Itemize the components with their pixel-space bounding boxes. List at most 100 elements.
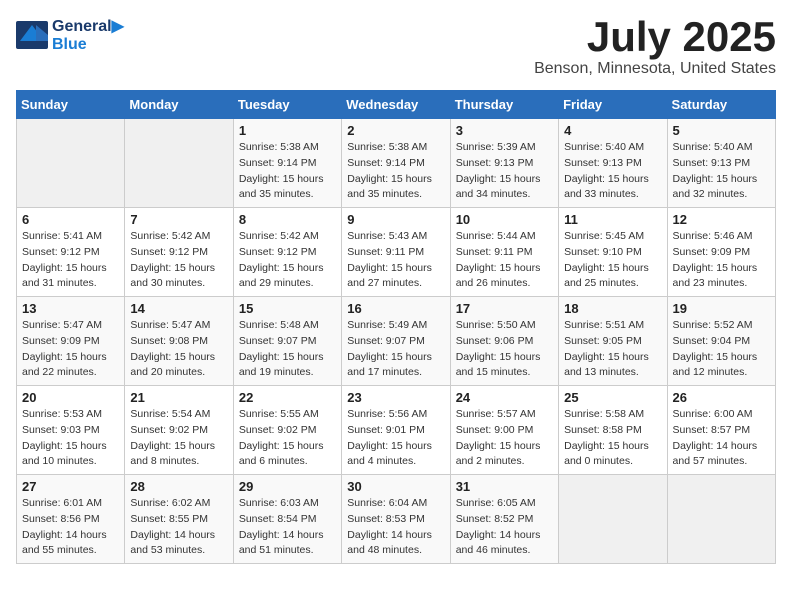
day-number: 10 [456, 212, 553, 227]
header-thursday: Thursday [450, 91, 558, 119]
day-number: 21 [130, 390, 227, 405]
calendar-cell: 12 Sunrise: 5:46 AM Sunset: 9:09 PM Dayli… [667, 208, 775, 297]
logo-text: General▶ Blue [52, 16, 124, 54]
day-detail: Sunrise: 5:55 AM Sunset: 9:02 PM Dayligh… [239, 407, 336, 470]
calendar-cell: 14 Sunrise: 5:47 AM Sunset: 9:08 PM Dayli… [125, 297, 233, 386]
day-detail: Sunrise: 5:47 AM Sunset: 9:08 PM Dayligh… [130, 318, 227, 381]
week-row-4: 20Sunrise: 5:53 AM Sunset: 9:03 PM Dayli… [17, 386, 776, 475]
day-detail: Sunrise: 5:57 AM Sunset: 9:00 PM Dayligh… [456, 407, 553, 470]
day-number: 23 [347, 390, 444, 405]
day-detail: Sunrise: 6:02 AM Sunset: 8:55 PM Dayligh… [130, 496, 227, 559]
day-number: 18 [564, 301, 661, 316]
calendar-cell: 31 Sunrise: 6:05 AM Sunset: 8:52 PM Dayli… [450, 475, 558, 564]
day-number: 1 [239, 123, 336, 138]
day-number: 13 [22, 301, 119, 316]
calendar-cell: 23Sunrise: 5:56 AM Sunset: 9:01 PM Dayli… [342, 386, 450, 475]
calendar-cell [17, 119, 125, 208]
day-number: 7 [130, 212, 227, 227]
header-sunday: Sunday [17, 91, 125, 119]
day-number: 5 [673, 123, 770, 138]
day-number: 11 [564, 212, 661, 227]
calendar-cell: 19 Sunrise: 5:52 AM Sunset: 9:04 PM Dayli… [667, 297, 775, 386]
calendar-cell: 20Sunrise: 5:53 AM Sunset: 9:03 PM Dayli… [17, 386, 125, 475]
day-number: 14 [130, 301, 227, 316]
day-detail: Sunrise: 5:45 AM Sunset: 9:10 PM Dayligh… [564, 229, 661, 292]
week-row-2: 6Sunrise: 5:41 AM Sunset: 9:12 PM Daylig… [17, 208, 776, 297]
day-number: 9 [347, 212, 444, 227]
page-header: General▶ Blue July 2025 Benson, Minnesot… [16, 16, 776, 78]
day-detail: Sunrise: 6:05 AM Sunset: 8:52 PM Dayligh… [456, 496, 553, 559]
calendar-cell: 28 Sunrise: 6:02 AM Sunset: 8:55 PM Dayli… [125, 475, 233, 564]
day-number: 22 [239, 390, 336, 405]
calendar-cell: 7 Sunrise: 5:42 AM Sunset: 9:12 PM Daylig… [125, 208, 233, 297]
week-row-3: 13 Sunrise: 5:47 AM Sunset: 9:09 PM Dayli… [17, 297, 776, 386]
calendar-cell: 15 Sunrise: 5:48 AM Sunset: 9:07 PM Dayli… [233, 297, 341, 386]
calendar-cell: 17 Sunrise: 5:50 AM Sunset: 9:06 PM Dayli… [450, 297, 558, 386]
day-detail: Sunrise: 5:49 AM Sunset: 9:07 PM Dayligh… [347, 318, 444, 381]
day-number: 20 [22, 390, 119, 405]
calendar-cell: 18 Sunrise: 5:51 AM Sunset: 9:05 PM Dayli… [559, 297, 667, 386]
calendar-cell: 21Sunrise: 5:54 AM Sunset: 9:02 PM Dayli… [125, 386, 233, 475]
calendar-cell: 5 Sunrise: 5:40 AM Sunset: 9:13 PM Daylig… [667, 119, 775, 208]
logo: General▶ Blue [16, 16, 124, 54]
calendar-cell: 1 Sunrise: 5:38 AM Sunset: 9:14 PM Daylig… [233, 119, 341, 208]
day-detail: Sunrise: 5:40 AM Sunset: 9:13 PM Dayligh… [564, 140, 661, 203]
day-number: 30 [347, 479, 444, 494]
calendar-cell: 29 Sunrise: 6:03 AM Sunset: 8:54 PM Dayli… [233, 475, 341, 564]
day-number: 4 [564, 123, 661, 138]
day-number: 28 [130, 479, 227, 494]
day-number: 8 [239, 212, 336, 227]
day-detail: Sunrise: 5:58 AM Sunset: 8:58 PM Dayligh… [564, 407, 661, 470]
day-detail: Sunrise: 5:44 AM Sunset: 9:11 PM Dayligh… [456, 229, 553, 292]
calendar-cell: 9 Sunrise: 5:43 AM Sunset: 9:11 PM Daylig… [342, 208, 450, 297]
day-detail: Sunrise: 5:46 AM Sunset: 9:09 PM Dayligh… [673, 229, 770, 292]
header-wednesday: Wednesday [342, 91, 450, 119]
day-detail: Sunrise: 5:50 AM Sunset: 9:06 PM Dayligh… [456, 318, 553, 381]
day-detail: Sunrise: 5:47 AM Sunset: 9:09 PM Dayligh… [22, 318, 119, 381]
day-detail: Sunrise: 6:03 AM Sunset: 8:54 PM Dayligh… [239, 496, 336, 559]
day-detail: Sunrise: 5:42 AM Sunset: 9:12 PM Dayligh… [239, 229, 336, 292]
day-detail: Sunrise: 5:48 AM Sunset: 9:07 PM Dayligh… [239, 318, 336, 381]
day-number: 2 [347, 123, 444, 138]
day-detail: Sunrise: 6:04 AM Sunset: 8:53 PM Dayligh… [347, 496, 444, 559]
day-number: 24 [456, 390, 553, 405]
title-block: July 2025 Benson, Minnesota, United Stat… [534, 16, 776, 78]
day-number: 27 [22, 479, 119, 494]
day-number: 15 [239, 301, 336, 316]
calendar-cell: 30 Sunrise: 6:04 AM Sunset: 8:53 PM Dayli… [342, 475, 450, 564]
day-number: 19 [673, 301, 770, 316]
calendar-header-row: SundayMondayTuesdayWednesdayThursdayFrid… [17, 91, 776, 119]
day-detail: Sunrise: 5:41 AM Sunset: 9:12 PM Dayligh… [22, 229, 119, 292]
week-row-1: 1 Sunrise: 5:38 AM Sunset: 9:14 PM Daylig… [17, 119, 776, 208]
calendar-cell: 10 Sunrise: 5:44 AM Sunset: 9:11 PM Dayli… [450, 208, 558, 297]
day-detail: Sunrise: 5:39 AM Sunset: 9:13 PM Dayligh… [456, 140, 553, 203]
calendar-cell: 26Sunrise: 6:00 AM Sunset: 8:57 PM Dayli… [667, 386, 775, 475]
calendar-cell: 11 Sunrise: 5:45 AM Sunset: 9:10 PM Dayli… [559, 208, 667, 297]
calendar-cell: 27 Sunrise: 6:01 AM Sunset: 8:56 PM Dayli… [17, 475, 125, 564]
header-monday: Monday [125, 91, 233, 119]
header-friday: Friday [559, 91, 667, 119]
calendar-cell: 22 Sunrise: 5:55 AM Sunset: 9:02 PM Dayli… [233, 386, 341, 475]
calendar-cell: 25 Sunrise: 5:58 AM Sunset: 8:58 PM Dayli… [559, 386, 667, 475]
day-number: 16 [347, 301, 444, 316]
calendar-cell: 4 Sunrise: 5:40 AM Sunset: 9:13 PM Daylig… [559, 119, 667, 208]
day-number: 29 [239, 479, 336, 494]
calendar-cell: 24 Sunrise: 5:57 AM Sunset: 9:00 PM Dayli… [450, 386, 558, 475]
day-detail: Sunrise: 5:51 AM Sunset: 9:05 PM Dayligh… [564, 318, 661, 381]
day-number: 12 [673, 212, 770, 227]
day-detail: Sunrise: 5:38 AM Sunset: 9:14 PM Dayligh… [239, 140, 336, 203]
day-detail: Sunrise: 6:01 AM Sunset: 8:56 PM Dayligh… [22, 496, 119, 559]
day-detail: Sunrise: 5:42 AM Sunset: 9:12 PM Dayligh… [130, 229, 227, 292]
day-detail: Sunrise: 5:43 AM Sunset: 9:11 PM Dayligh… [347, 229, 444, 292]
day-number: 31 [456, 479, 553, 494]
day-number: 25 [564, 390, 661, 405]
calendar-cell [559, 475, 667, 564]
day-number: 3 [456, 123, 553, 138]
calendar-cell [667, 475, 775, 564]
location: Benson, Minnesota, United States [534, 60, 776, 78]
day-number: 17 [456, 301, 553, 316]
day-detail: Sunrise: 5:40 AM Sunset: 9:13 PM Dayligh… [673, 140, 770, 203]
calendar-cell: 3 Sunrise: 5:39 AM Sunset: 9:13 PM Daylig… [450, 119, 558, 208]
day-detail: Sunrise: 5:52 AM Sunset: 9:04 PM Dayligh… [673, 318, 770, 381]
day-detail: Sunrise: 5:38 AM Sunset: 9:14 PM Dayligh… [347, 140, 444, 203]
